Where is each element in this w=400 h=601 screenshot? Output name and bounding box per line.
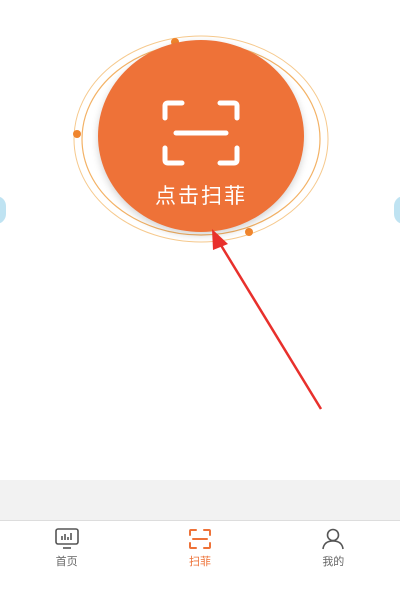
tab-profile-label: 我的 (322, 555, 345, 568)
tab-scan-label: 扫菲 (188, 555, 211, 568)
scan-screen: 点击扫菲 首页 扫菲 我的 (0, 0, 400, 601)
tab-home-label: 首页 (55, 555, 78, 568)
arrow-head (212, 229, 228, 250)
person-icon (322, 528, 345, 550)
scan-frame-icon (188, 529, 211, 549)
tab-profile[interactable]: 我的 (267, 521, 400, 601)
monitor-chart-icon (54, 528, 79, 549)
content-bottom-band (0, 480, 400, 520)
bottom-tab-bar: 首页 扫菲 我的 (0, 520, 400, 601)
tab-home[interactable]: 首页 (0, 521, 133, 601)
annotation-arrow (212, 229, 323, 410)
arrow-shaft (217, 241, 323, 410)
tab-scan[interactable]: 扫菲 (133, 521, 266, 601)
